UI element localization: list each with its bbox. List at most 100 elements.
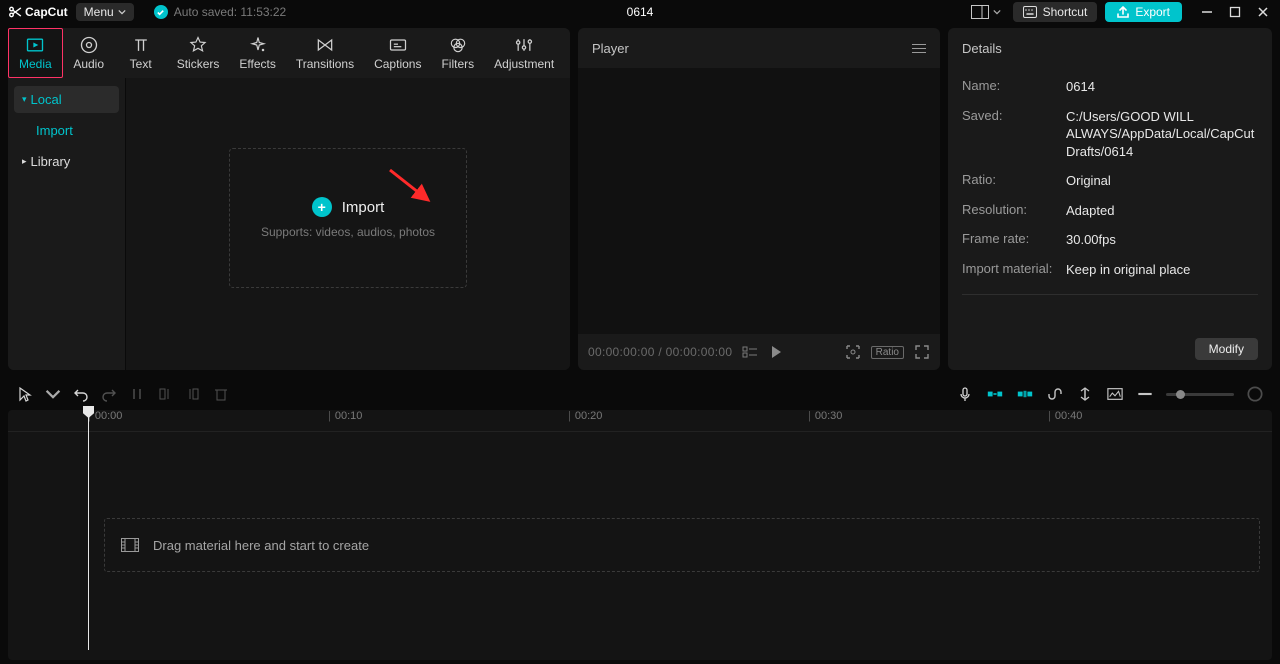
timeline-dropzone[interactable]: Drag material here and start to create	[104, 518, 1260, 572]
tab-effects[interactable]: Effects	[229, 28, 285, 78]
detail-row-name: Name: 0614	[962, 72, 1258, 102]
autosave-status: Auto saved: 11:53:22	[154, 5, 287, 19]
shortcut-button[interactable]: Shortcut	[1013, 2, 1098, 22]
detail-row-ratio: Ratio: Original	[962, 166, 1258, 196]
detail-value: Adapted	[1066, 202, 1258, 220]
sidebar-item-local[interactable]: ▾ Local	[14, 86, 119, 113]
player-title: Player	[592, 41, 629, 56]
tab-label: Captions	[374, 57, 421, 71]
window-close-button[interactable]	[1256, 5, 1270, 19]
export-button[interactable]: Export	[1105, 2, 1182, 22]
media-sidebar: ▾ Local Import ▸ Library	[8, 78, 126, 370]
detail-key: Import material:	[962, 261, 1066, 279]
snapshot-button[interactable]	[845, 344, 861, 360]
captions-icon	[388, 35, 408, 55]
detail-row-framerate: Frame rate: 30.00fps	[962, 225, 1258, 255]
timeline-drop-text: Drag material here and start to create	[153, 538, 369, 553]
redo-button[interactable]	[100, 385, 118, 403]
preview-axis-button[interactable]	[1076, 385, 1094, 403]
menu-button[interactable]: Menu	[76, 3, 134, 21]
zoom-in-button[interactable]	[1246, 385, 1264, 403]
adjustment-icon	[514, 35, 534, 55]
zoom-out-button[interactable]	[1136, 385, 1154, 403]
window-maximize-button[interactable]	[1228, 5, 1242, 19]
link-button[interactable]	[1046, 385, 1064, 403]
trim-right-button[interactable]	[184, 385, 202, 403]
cover-clip-button[interactable]	[1106, 385, 1124, 403]
timeline[interactable]: 00:00 00:10 00:20 00:30 00:40 Drag mater…	[8, 410, 1272, 660]
tool-dropdown-button[interactable]	[44, 385, 62, 403]
detail-key: Frame rate:	[962, 231, 1066, 249]
zoom-slider[interactable]	[1166, 393, 1234, 396]
text-icon	[131, 35, 151, 55]
detail-value: C:/Users/GOOD WILL ALWAYS/AppData/Local/…	[1066, 108, 1258, 161]
player-menu-button[interactable]	[912, 44, 926, 53]
player-controls: 00:00:00:00 / 00:00:00:00 Ratio	[578, 334, 940, 370]
voiceover-button[interactable]	[956, 385, 974, 403]
detail-value: 30.00fps	[1066, 231, 1258, 249]
detail-key: Ratio:	[962, 172, 1066, 190]
window-minimize-button[interactable]	[1200, 5, 1214, 19]
tab-transitions[interactable]: Transitions	[286, 28, 364, 78]
sidebar-item-label: Library	[31, 154, 71, 169]
delete-button[interactable]	[212, 385, 230, 403]
chevron-down-icon	[118, 8, 126, 16]
keyboard-icon	[1023, 6, 1037, 18]
time-current: 00:00:00:00	[588, 345, 655, 359]
modify-button[interactable]: Modify	[1195, 338, 1258, 360]
media-content: + Import Supports: videos, audios, photo…	[126, 78, 570, 370]
sidebar-item-label: Import	[36, 123, 73, 138]
magnet-track-button[interactable]	[1016, 385, 1034, 403]
tab-stickers[interactable]: Stickers	[167, 28, 230, 78]
pointer-tool-button[interactable]	[16, 385, 34, 403]
thumbnail-list-button[interactable]	[742, 344, 758, 360]
tab-media[interactable]: Media	[8, 28, 63, 78]
tab-text[interactable]: Text	[115, 28, 167, 78]
detail-key: Name:	[962, 78, 1066, 96]
split-button[interactable]	[128, 385, 146, 403]
chevron-down-icon	[993, 8, 1001, 16]
transitions-icon	[315, 35, 335, 55]
media-icon	[25, 35, 45, 55]
detail-value: Original	[1066, 172, 1258, 190]
magnet-main-button[interactable]	[986, 385, 1004, 403]
tab-captions[interactable]: Captions	[364, 28, 431, 78]
tab-filters[interactable]: Filters	[431, 28, 484, 78]
layout-icon	[971, 5, 989, 19]
audio-icon	[79, 35, 99, 55]
export-label: Export	[1135, 5, 1170, 19]
import-subtext: Supports: videos, audios, photos	[261, 225, 435, 239]
tab-adjustment[interactable]: Adjustment	[484, 28, 564, 78]
titlebar: CapCut Menu Auto saved: 11:53:22 0614 Sh…	[0, 0, 1280, 24]
import-dropzone[interactable]: + Import Supports: videos, audios, photo…	[229, 148, 467, 288]
tab-label: Adjustment	[494, 57, 554, 71]
shortcut-label: Shortcut	[1043, 5, 1088, 19]
divider	[962, 294, 1258, 295]
tab-audio[interactable]: Audio	[63, 28, 115, 78]
timeline-toolbar	[8, 378, 1272, 410]
check-icon	[154, 5, 168, 19]
detail-value: Keep in original place	[1066, 261, 1258, 279]
play-button[interactable]	[768, 344, 784, 360]
ratio-button[interactable]: Ratio	[871, 346, 904, 359]
app-name: CapCut	[25, 5, 68, 19]
tab-label: Stickers	[177, 57, 220, 71]
autosave-text: Auto saved: 11:53:22	[174, 5, 287, 19]
ruler-mark: 00:10	[328, 410, 362, 422]
playhead[interactable]	[88, 412, 89, 650]
timeline-ruler[interactable]: 00:00 00:10 00:20 00:30 00:40	[8, 410, 1272, 432]
fullscreen-button[interactable]	[914, 344, 930, 360]
sidebar-item-import[interactable]: Import	[14, 117, 119, 144]
tab-label: Effects	[239, 57, 275, 71]
ruler-mark: 00:20	[568, 410, 602, 422]
zoom-knob[interactable]	[1176, 390, 1185, 399]
sidebar-item-library[interactable]: ▸ Library	[14, 148, 119, 175]
trim-left-button[interactable]	[156, 385, 174, 403]
top-tabs: Media Audio Text Stickers Effects Transi…	[8, 28, 570, 78]
player-time: 00:00:00:00 / 00:00:00:00	[588, 345, 732, 359]
scissors-icon	[8, 5, 22, 19]
ruler-mark: 00:40	[1048, 410, 1082, 422]
effects-icon	[248, 35, 268, 55]
undo-button[interactable]	[72, 385, 90, 403]
viewport-layout-button[interactable]	[967, 3, 1005, 21]
